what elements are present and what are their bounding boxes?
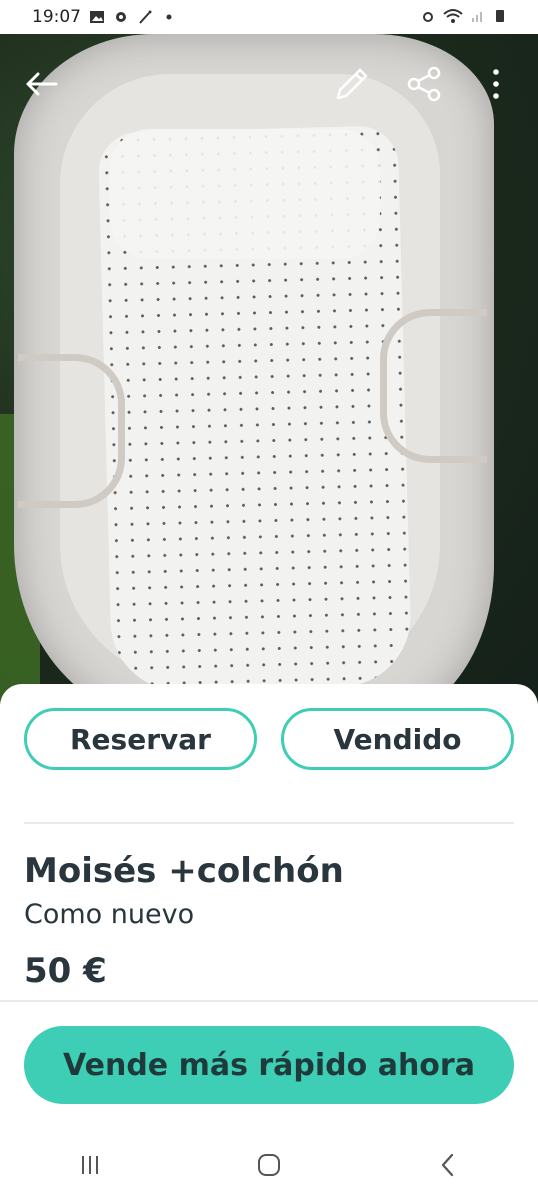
- status-right: [420, 8, 508, 24]
- listing-price: 50 €: [24, 951, 107, 991]
- status-left: 19:07: [32, 7, 177, 27]
- listing-card: Reservar Vendido Moisés +colchón Como nu…: [0, 684, 538, 1200]
- sold-button[interactable]: Vendido: [281, 708, 514, 770]
- wifi-icon: [442, 8, 464, 24]
- share-icon[interactable]: [402, 62, 446, 106]
- edit-pencil-icon[interactable]: [330, 62, 374, 106]
- status-bar: 19:07: [0, 0, 538, 34]
- listing-title: Moisés +colchón: [24, 851, 344, 891]
- reserve-button[interactable]: Reservar: [24, 708, 257, 770]
- signal-icon: [470, 8, 486, 24]
- home-icon[interactable]: [239, 1140, 299, 1190]
- status-time: 19:07: [32, 7, 81, 27]
- product-photo[interactable]: [0, 34, 538, 704]
- magic-wand-icon: [137, 9, 153, 25]
- back-arrow-icon[interactable]: [20, 62, 64, 106]
- listing-condition: Como nuevo: [24, 899, 195, 930]
- more-vertical-icon[interactable]: [474, 62, 518, 106]
- left-handle: [18, 354, 125, 508]
- back-icon[interactable]: [418, 1140, 478, 1190]
- right-handle: [380, 309, 487, 463]
- dot-icon: [161, 9, 177, 25]
- alarm-icon: [420, 8, 436, 24]
- gear-icon: [113, 9, 129, 25]
- system-navbar: [0, 1130, 538, 1200]
- recent-apps-icon[interactable]: [60, 1140, 120, 1190]
- divider: [24, 822, 514, 824]
- battery-icon: [492, 8, 508, 24]
- divider: [0, 1000, 538, 1002]
- sell-faster-button[interactable]: Vende más rápido ahora: [24, 1026, 514, 1104]
- pillow-image: [110, 129, 380, 259]
- gallery-icon: [89, 9, 105, 25]
